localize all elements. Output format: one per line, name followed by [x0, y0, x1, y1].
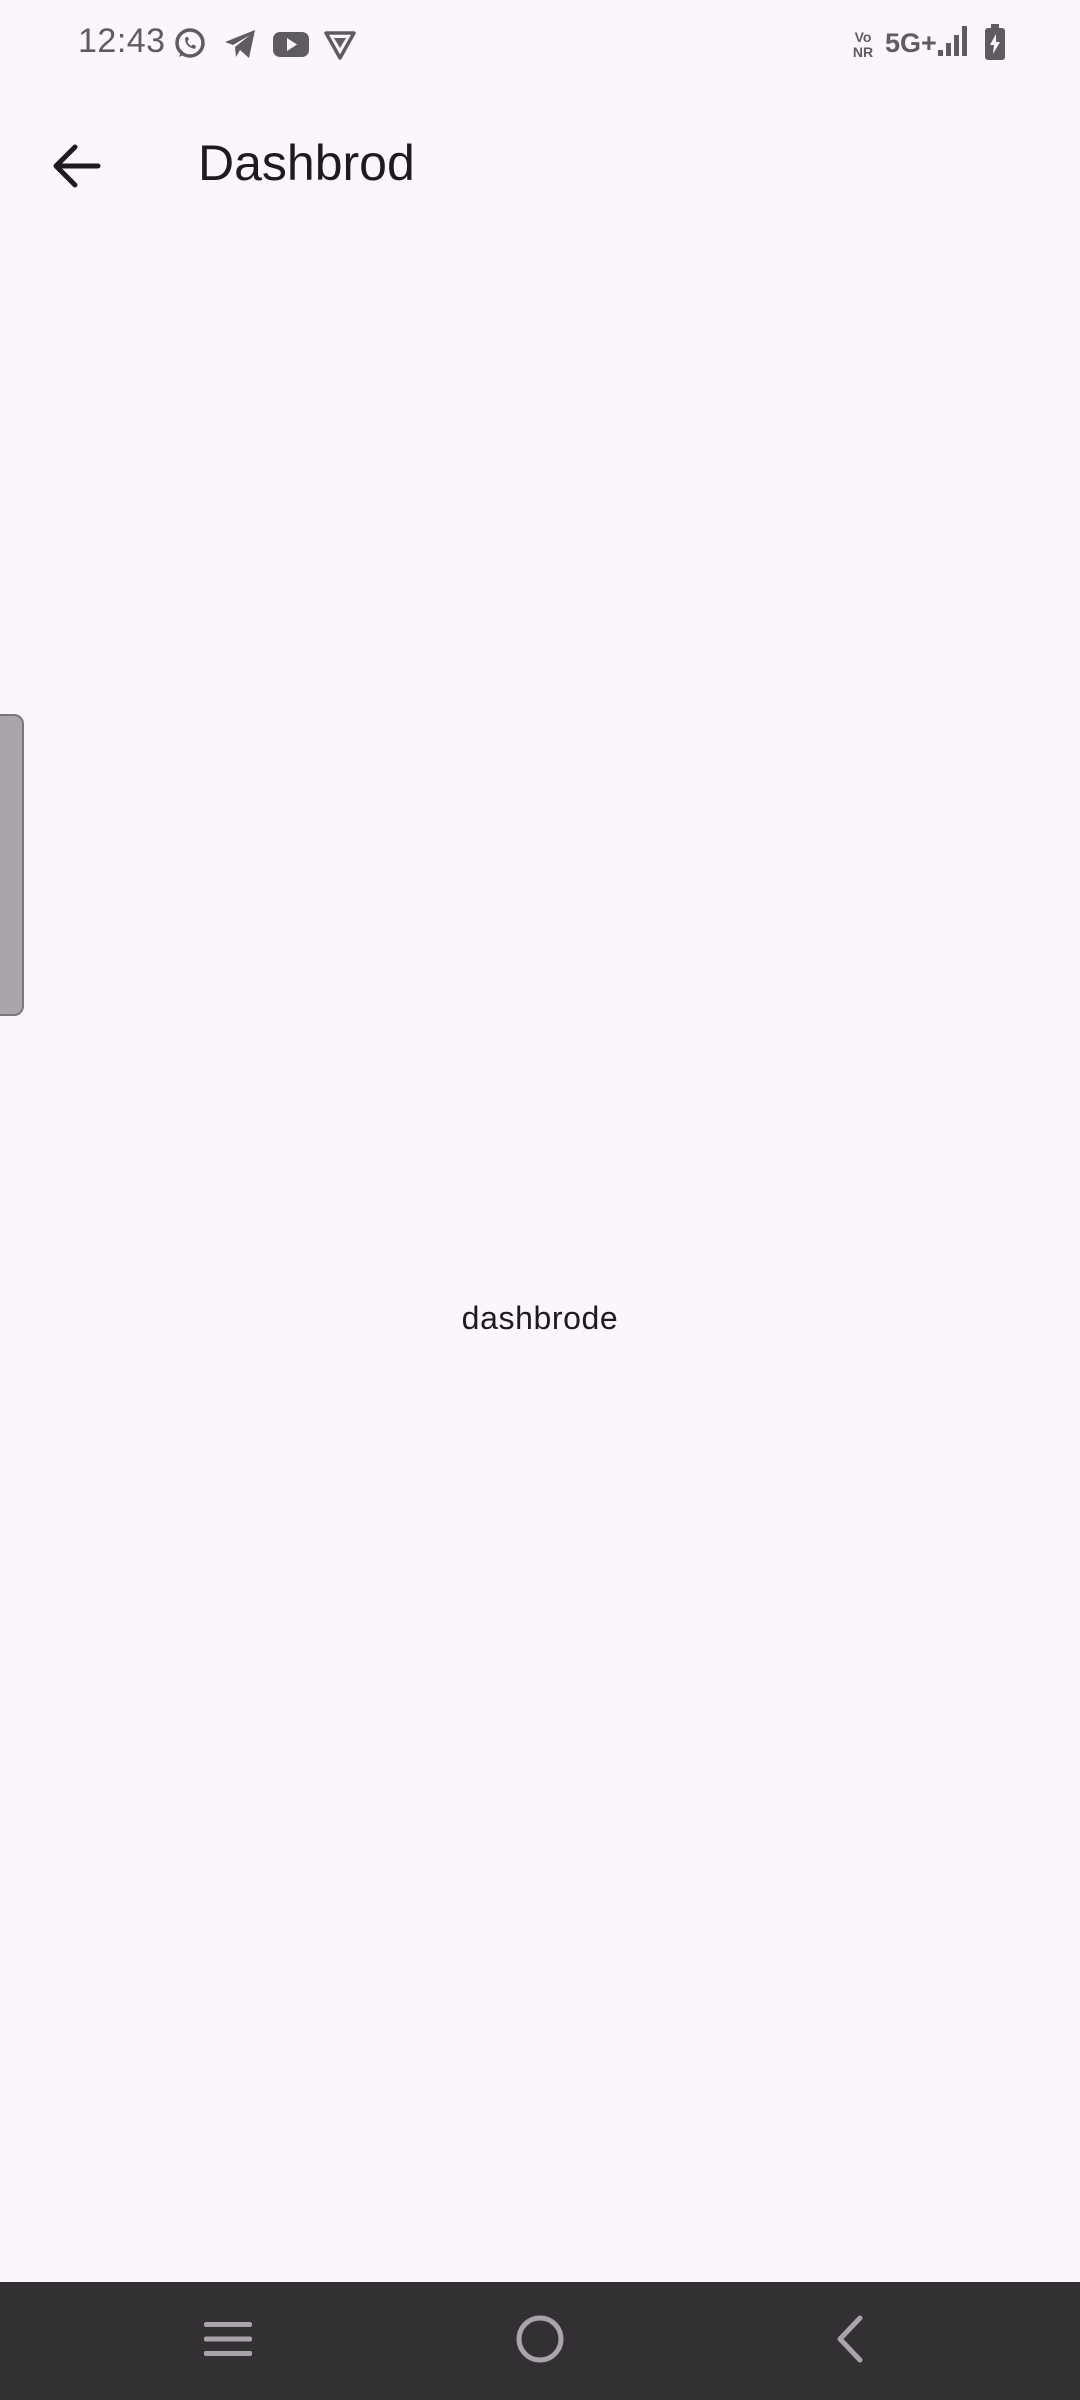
network-type: 5G+: [885, 28, 937, 58]
app-bar: Dashbrod: [0, 88, 1080, 240]
dashboard-text: dashbrode: [461, 1300, 619, 1336]
system-nav-bar: [0, 2282, 1080, 2400]
home-button[interactable]: [505, 2306, 575, 2376]
signal-icon: [936, 24, 970, 64]
status-time: 12:43: [78, 22, 166, 60]
whatsapp-icon: [172, 26, 208, 62]
back-chevron-icon: [830, 2314, 870, 2369]
battery-charging-icon: [984, 24, 1006, 64]
edge-panel-handle[interactable]: [0, 714, 24, 1016]
back-button[interactable]: [36, 128, 116, 208]
volte-indicator: Vo NR: [852, 29, 874, 60]
page-title: Dashbrod: [198, 135, 415, 191]
nav-back-button[interactable]: [815, 2306, 885, 2376]
youtube-icon: [272, 26, 309, 62]
status-bar: 12:43 Vo NR 5G+: [0, 0, 1080, 88]
recents-menu-icon: [202, 2318, 254, 2365]
vpn-shield-icon: [322, 26, 358, 62]
recents-button[interactable]: [193, 2306, 263, 2376]
telegram-icon: [222, 26, 258, 62]
home-circle-icon: [515, 2314, 565, 2369]
arrow-back-icon: [51, 144, 101, 193]
